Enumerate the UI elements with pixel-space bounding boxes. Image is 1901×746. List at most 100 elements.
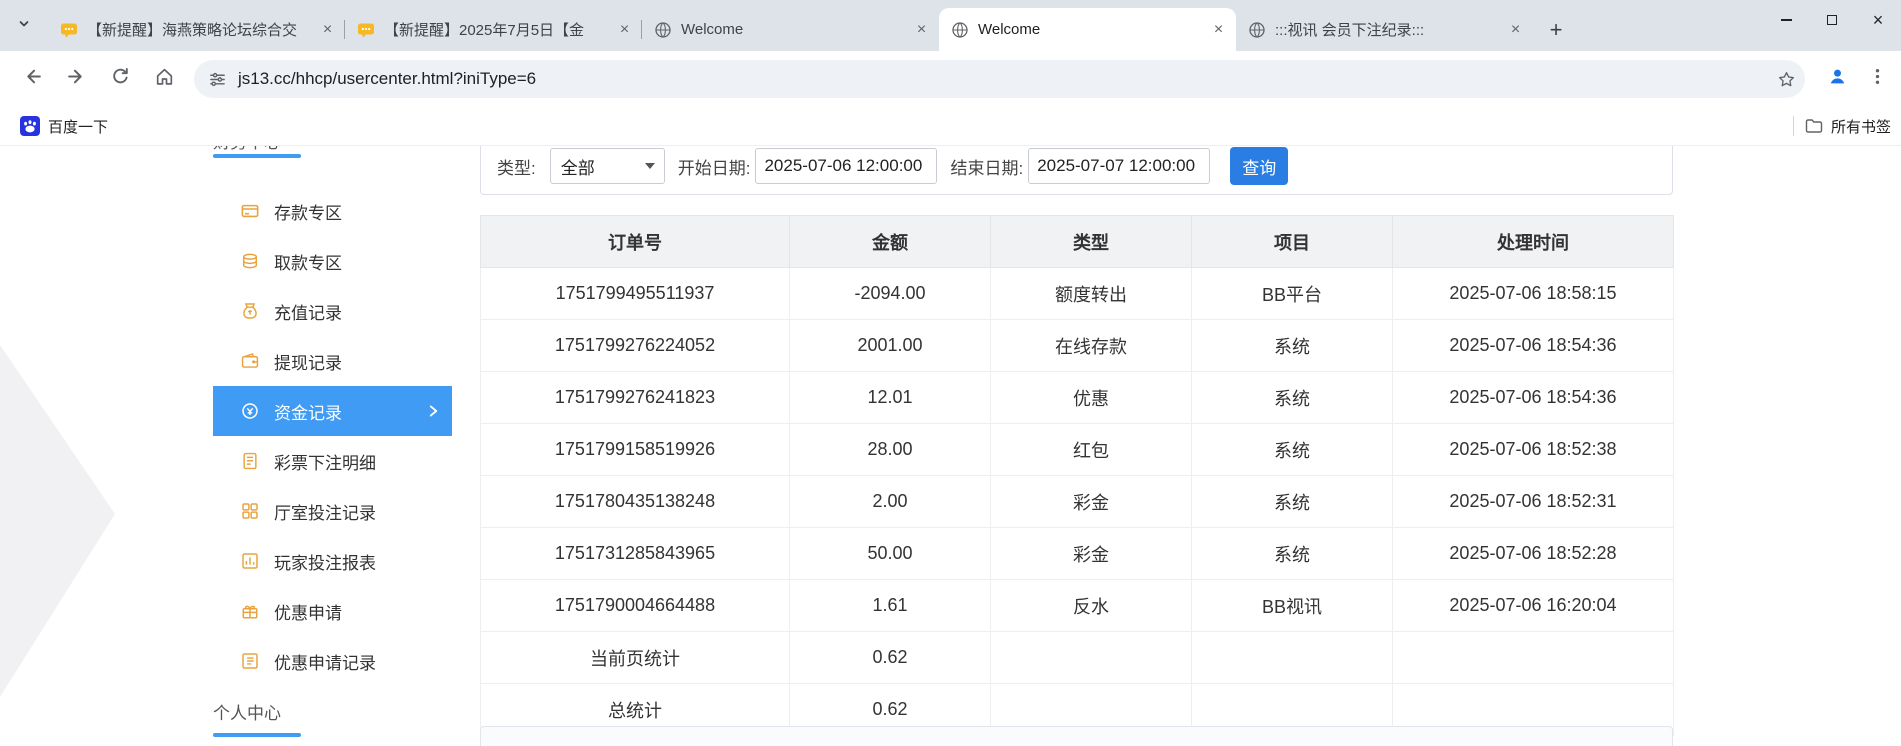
- sidebar-item-promolist[interactable]: 优惠申请记录: [213, 636, 452, 686]
- table-row: 1751799495511937 -2094.00 额度转出 BB平台 2025-07-…: [480, 267, 1674, 320]
- page-content: 财务中心 存款专区取款专区充值记录提现记录资金记录彩票下注明细厅室投注记录玩家投…: [0, 146, 1901, 746]
- navigation-bar: js13.cc/hhcp/usercenter.html?iniType=6: [0, 51, 1901, 107]
- minimize-icon: [1780, 19, 1792, 21]
- tab-close-icon[interactable]: ×: [318, 20, 337, 39]
- type-cell: [990, 631, 1192, 684]
- end-date-input[interactable]: [1028, 148, 1211, 184]
- close-window-button[interactable]: ×: [1855, 0, 1901, 40]
- home-button[interactable]: [144, 59, 184, 99]
- order-id-cell: 1751790004664488: [480, 579, 790, 632]
- section-underline: [213, 154, 301, 158]
- order-id-cell: 当前页统计: [480, 631, 790, 684]
- tab-close-icon[interactable]: ×: [912, 20, 931, 39]
- query-button[interactable]: 查询: [1230, 147, 1289, 185]
- sidebar-item-lottery[interactable]: 彩票下注明细: [213, 436, 452, 486]
- forum-favicon-icon: [357, 21, 375, 39]
- sidebar-item-deposit[interactable]: 存款专区: [213, 186, 452, 236]
- column-header: 处理时间: [1392, 215, 1674, 268]
- forward-button[interactable]: [56, 59, 96, 99]
- sidebar-item-label: 提现记录: [274, 353, 342, 373]
- site-settings-icon[interactable]: [207, 69, 228, 90]
- deposit-icon: [241, 202, 259, 220]
- table-header-row: 订单号 金额 类型 项目 处理时间: [480, 215, 1674, 268]
- time-cell: 2025-07-06 18:52:28: [1392, 527, 1674, 580]
- bookmarks-bar: 百度一下 所有书签: [0, 107, 1901, 146]
- sidebar-section-finance-label: 财务中心: [213, 146, 281, 153]
- sidebar-item-recharge[interactable]: 充值记录: [213, 286, 452, 336]
- select-caret-icon: [644, 163, 655, 169]
- three-dots-icon: [1867, 66, 1888, 92]
- browser-window: 【新提醒】海燕策略论坛综合交 × 【新提醒】2025年7月5日【金 × Welcome ×…: [0, 0, 1901, 746]
- type-cell: 彩金: [990, 527, 1192, 580]
- bookmark-star-icon[interactable]: [1776, 69, 1797, 90]
- tab-bar: 【新提醒】海燕策略论坛综合交 × 【新提醒】2025年7月5日【金 × Welcome ×…: [0, 0, 1901, 51]
- new-tab-button[interactable]: +: [1541, 15, 1571, 45]
- type-select[interactable]: 全部: [549, 148, 665, 184]
- sidebar-item-label: 玩家投注报表: [274, 553, 376, 573]
- start-date-input[interactable]: [755, 148, 938, 184]
- time-cell: 2025-07-06 18:52:31: [1392, 475, 1674, 528]
- browser-menu-button[interactable]: [1861, 59, 1893, 99]
- column-header: 金额: [789, 215, 991, 268]
- back-button[interactable]: [12, 59, 52, 99]
- browser-tab[interactable]: 【新提醒】海燕策略论坛综合交 ×: [48, 8, 345, 51]
- minimize-button[interactable]: [1763, 0, 1809, 40]
- table-row: 1751799158519926 28.00 红包 系统 2025-07-06 18:5…: [480, 423, 1674, 476]
- chevron-right-icon: [428, 403, 439, 419]
- type-cell: 额度转出: [990, 267, 1192, 320]
- refresh-icon: [110, 66, 131, 92]
- sidebar-item-hall[interactable]: 厅室投注记录: [213, 486, 452, 536]
- type-label: 类型:: [497, 158, 536, 178]
- report-icon: [241, 552, 259, 570]
- bookmark-baidu[interactable]: 百度一下: [14, 113, 114, 140]
- amount-cell: -2094.00: [789, 267, 991, 320]
- amount-cell: 0.62: [789, 631, 991, 684]
- table-row: 1751731285843965 50.00 彩金 系统 2025-07-06 18:5…: [480, 527, 1674, 580]
- tab-close-icon[interactable]: ×: [1506, 20, 1525, 39]
- pagination-bar: [480, 726, 1673, 746]
- sidebar-item-label: 充值记录: [274, 303, 342, 323]
- browser-tab[interactable]: Welcome ×: [939, 8, 1236, 51]
- start-date-label: 开始日期:: [677, 158, 751, 178]
- hall-icon: [241, 502, 259, 520]
- tab-close-icon[interactable]: ×: [615, 20, 634, 39]
- globe-favicon-icon: [654, 21, 672, 39]
- refresh-button[interactable]: [100, 59, 140, 99]
- browser-tab[interactable]: 【新提醒】2025年7月5日【金 ×: [345, 8, 642, 51]
- url-text[interactable]: js13.cc/hhcp/usercenter.html?iniType=6: [238, 69, 536, 89]
- project-cell: BB平台: [1191, 267, 1393, 320]
- table-row: 1751780435138248 2.00 彩金 系统 2025-07-06 18:52…: [480, 475, 1674, 528]
- bookmark-label: 百度一下: [48, 118, 109, 136]
- sidebar-item-label: 存款专区: [274, 203, 342, 223]
- sidebar-section-personal-label: 个人中心: [213, 704, 281, 723]
- type-select-value: 全部: [560, 158, 595, 178]
- column-header: 类型: [990, 215, 1192, 268]
- sidebar-item-gift[interactable]: 优惠申请: [213, 586, 452, 636]
- all-bookmarks-button[interactable]: 所有书签: [1804, 116, 1891, 137]
- sidebar-item-label: 优惠申请: [274, 603, 342, 623]
- sidebar-item-funds[interactable]: 资金记录: [213, 386, 452, 436]
- browser-tab[interactable]: :::视讯 会员下注纪录::: ×: [1236, 8, 1533, 51]
- maximize-button[interactable]: [1809, 0, 1855, 40]
- baidu-favicon-icon: [20, 116, 40, 136]
- tab-search-button[interactable]: [10, 13, 38, 39]
- browser-tab[interactable]: Welcome ×: [642, 8, 939, 51]
- tab-close-icon[interactable]: ×: [1209, 20, 1228, 39]
- background-watermark: [0, 345, 115, 697]
- order-id-cell: 1751799276241823: [480, 371, 790, 424]
- sidebar-item-report[interactable]: 玩家投注报表: [213, 536, 452, 586]
- url-bar[interactable]: js13.cc/hhcp/usercenter.html?iniType=6: [194, 60, 1805, 98]
- sidebar-item-label: 资金记录: [274, 403, 342, 423]
- sidebar-item-withdraw[interactable]: 取款专区: [213, 236, 452, 286]
- time-cell: 2025-07-06 18:54:36: [1392, 319, 1674, 372]
- profile-button[interactable]: [1817, 59, 1857, 99]
- home-icon: [154, 66, 175, 92]
- type-cell: 彩金: [990, 475, 1192, 528]
- sidebar-item-cashout[interactable]: 提现记录: [213, 336, 452, 386]
- time-cell: 2025-07-06 16:20:04: [1392, 579, 1674, 632]
- filter-bar: 类型: 全部 开始日期: 结束日期: 查询: [480, 146, 1673, 195]
- project-cell: 系统: [1191, 423, 1393, 476]
- time-cell: 2025-07-06 18:54:36: [1392, 371, 1674, 424]
- order-id-cell: 1751731285843965: [480, 527, 790, 580]
- close-window-icon: ×: [1872, 10, 1884, 30]
